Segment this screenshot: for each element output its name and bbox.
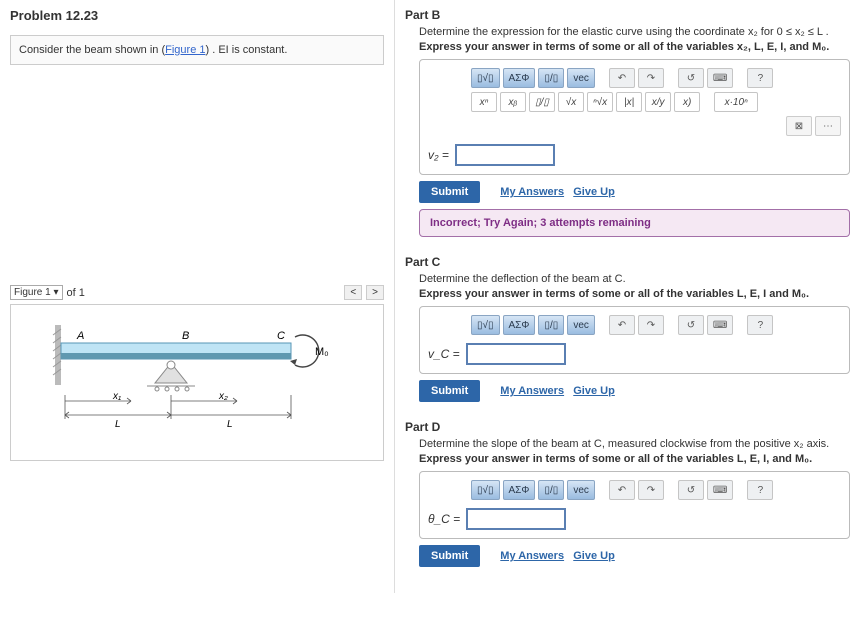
- greek-button[interactable]: ΑΣΦ: [503, 68, 536, 88]
- sqrt-button[interactable]: √x: [558, 92, 584, 112]
- vec-button[interactable]: vec: [567, 68, 595, 88]
- part-c-input[interactable]: [466, 343, 566, 365]
- part-c-var: v_C =: [428, 347, 460, 361]
- figure-link[interactable]: Figure 1: [165, 44, 205, 56]
- templates-button[interactable]: ▯√▯: [471, 480, 500, 500]
- greek-button[interactable]: ΑΣΦ: [503, 315, 536, 335]
- part-c-prompt: Determine the deflection of the beam at …: [419, 273, 850, 285]
- statement-pre: Consider the beam shown in (: [19, 44, 165, 56]
- keyboard-button[interactable]: ⌨: [707, 315, 733, 335]
- templates-button[interactable]: ▯√▯: [471, 315, 500, 335]
- part-d-input[interactable]: [466, 508, 566, 530]
- redo-button[interactable]: ↷: [638, 68, 664, 88]
- redo-button[interactable]: ↷: [638, 480, 664, 500]
- part-b-giveup-link[interactable]: Give Up: [573, 186, 615, 198]
- reset-button[interactable]: ↺: [678, 480, 704, 500]
- part-d-var: θ_C =: [428, 512, 460, 526]
- sci-button[interactable]: x·10ⁿ: [714, 92, 758, 112]
- frac-button[interactable]: ▯/▯: [538, 315, 564, 335]
- templates-button[interactable]: ▯√▯: [471, 68, 500, 88]
- part-d-instruct: Express your answer in terms of some or …: [419, 453, 850, 465]
- part-b-title: Part B: [405, 8, 850, 22]
- svg-text:M₀: M₀: [315, 346, 329, 358]
- vec-button[interactable]: vec: [567, 480, 595, 500]
- close-palette-button[interactable]: ⊠: [786, 116, 812, 136]
- svg-text:L: L: [115, 419, 121, 430]
- svg-text:x₁: x₁: [112, 391, 121, 402]
- undo-button[interactable]: ↶: [609, 315, 635, 335]
- greek-button[interactable]: ΑΣΦ: [503, 480, 536, 500]
- xb-button[interactable]: xᵦ: [500, 92, 526, 112]
- abs-button[interactable]: |x|: [616, 92, 642, 112]
- xparen-button[interactable]: x): [674, 92, 700, 112]
- part-d-myanswers-link[interactable]: My Answers: [500, 550, 564, 562]
- svg-text:B: B: [182, 330, 189, 342]
- figure-panel: A B C M₀ x₁: [10, 304, 384, 461]
- figure-count: of 1: [67, 287, 85, 299]
- part-b-submit-button[interactable]: Submit: [419, 181, 480, 203]
- part-d: Part D Determine the slope of the beam a…: [405, 420, 850, 567]
- part-d-answer-box: ▯√▯ ΑΣΦ ▯/▯ vec ↶ ↷ ↺ ⌨ ? θ_C =: [419, 471, 850, 539]
- svg-text:L: L: [227, 419, 233, 430]
- frac-button[interactable]: ▯/▯: [538, 480, 564, 500]
- part-b-prompt: Determine the expression for the elastic…: [419, 26, 850, 38]
- svg-text:C: C: [277, 330, 285, 342]
- part-c-answer-box: ▯√▯ ΑΣΦ ▯/▯ vec ↶ ↷ ↺ ⌨ ? v_C =: [419, 306, 850, 374]
- xfrac-button[interactable]: x/y: [645, 92, 671, 112]
- help-button[interactable]: ?: [747, 68, 773, 88]
- part-b-answer-box: ▯√▯ ΑΣΦ ▯/▯ vec ↶ ↷ ↺ ⌨ ?: [419, 59, 850, 175]
- svg-text:A: A: [76, 330, 84, 342]
- part-b-input[interactable]: [455, 144, 555, 166]
- xn-button[interactable]: xⁿ: [471, 92, 497, 112]
- undo-button[interactable]: ↶: [609, 480, 635, 500]
- frac-button[interactable]: ▯/▯: [538, 68, 564, 88]
- problem-statement: Consider the beam shown in (Figure 1) . …: [10, 35, 384, 65]
- part-d-giveup-link[interactable]: Give Up: [573, 550, 615, 562]
- part-d-title: Part D: [405, 420, 850, 434]
- part-c-submit-button[interactable]: Submit: [419, 380, 480, 402]
- reset-button[interactable]: ↺: [678, 68, 704, 88]
- part-b-var: v₂ =: [428, 148, 449, 162]
- part-b-feedback: Incorrect; Try Again; 3 attempts remaini…: [419, 209, 850, 237]
- part-c-myanswers-link[interactable]: My Answers: [500, 385, 564, 397]
- part-b-instruct: Express your answer in terms of some or …: [419, 41, 850, 53]
- vec-button[interactable]: vec: [567, 315, 595, 335]
- figure-next-button[interactable]: >: [366, 285, 384, 300]
- beam-diagram: A B C M₀ x₁: [17, 311, 377, 451]
- keyboard-button[interactable]: ⌨: [707, 480, 733, 500]
- nroot-button[interactable]: ⁿ√x: [587, 92, 613, 112]
- part-c-giveup-link[interactable]: Give Up: [573, 385, 615, 397]
- more-palette-button[interactable]: ⋯: [815, 116, 841, 136]
- part-d-submit-button[interactable]: Submit: [419, 545, 480, 567]
- undo-button[interactable]: ↶: [609, 68, 635, 88]
- part-b: Part B Determine the expression for the …: [405, 8, 850, 237]
- part-c-instruct: Express your answer in terms of some or …: [419, 288, 850, 300]
- statement-post: ) . EI is constant.: [206, 44, 288, 56]
- help-button[interactable]: ?: [747, 480, 773, 500]
- redo-button[interactable]: ↷: [638, 315, 664, 335]
- svg-text:x₂: x₂: [218, 391, 228, 402]
- keyboard-button[interactable]: ⌨: [707, 68, 733, 88]
- part-d-prompt: Determine the slope of the beam at C, me…: [419, 438, 850, 450]
- part-c-title: Part C: [405, 255, 850, 269]
- part-b-myanswers-link[interactable]: My Answers: [500, 186, 564, 198]
- frac2-button[interactable]: ▯/▯: [529, 92, 555, 112]
- part-c: Part C Determine the deflection of the b…: [405, 255, 850, 402]
- problem-title: Problem 12.23: [10, 8, 384, 23]
- help-button[interactable]: ?: [747, 315, 773, 335]
- reset-button[interactable]: ↺: [678, 315, 704, 335]
- figure-selector[interactable]: Figure 1 ▾: [10, 285, 63, 300]
- figure-prev-button[interactable]: <: [344, 285, 362, 300]
